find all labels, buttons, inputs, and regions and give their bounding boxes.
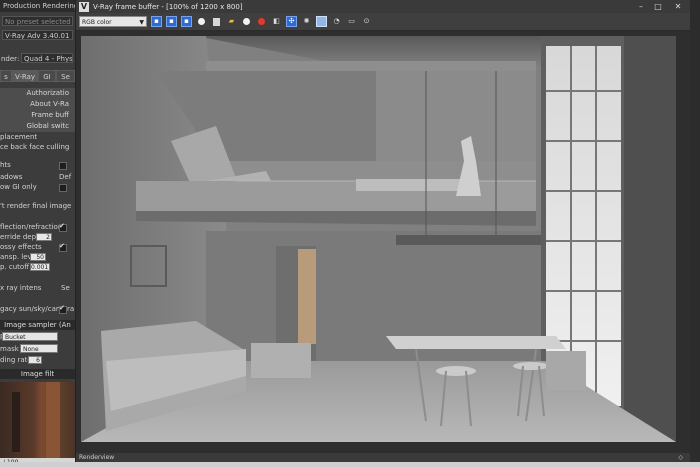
vray-frame-buffer-window: V V-Ray frame buffer - [100% of 1200 x 8… bbox=[75, 0, 691, 462]
render-view-label: nder: bbox=[1, 55, 20, 63]
frame-buffer-title: V-Ray frame buffer - [100% of 1200 x 800… bbox=[93, 2, 243, 11]
shading-rate-input[interactable]: 6 bbox=[28, 356, 42, 364]
stop-icon[interactable]: ⊙ bbox=[361, 16, 372, 27]
show-gi-only-checkbox[interactable] bbox=[59, 184, 67, 192]
close-icon[interactable]: ✕ bbox=[673, 2, 683, 11]
tab-gi[interactable]: GI bbox=[38, 70, 56, 82]
image-sampler-header[interactable]: Image sampler (An bbox=[0, 320, 75, 330]
render-region-icon[interactable]: ✺ bbox=[301, 16, 312, 27]
vray-logo-icon: V bbox=[79, 1, 89, 12]
frame-buffer-toolbar: RGB color ▼ ▪ ▪ ▪ ▰ ◧ ✣ ✺ ◔ ▭ ⊙ bbox=[76, 13, 691, 31]
copy-icon[interactable] bbox=[256, 16, 267, 27]
render-setup-title: Production Rendering bbox=[0, 0, 75, 12]
zoom-icon[interactable]: ✣ bbox=[286, 16, 297, 27]
tab-se[interactable]: Se bbox=[56, 70, 75, 82]
shadows-label: adows bbox=[0, 173, 23, 181]
chevron-down-icon: ▼ bbox=[139, 19, 144, 26]
channel-dropdown[interactable]: RGB color ▼ bbox=[79, 16, 147, 27]
red-channel-icon[interactable]: ▪ bbox=[151, 16, 162, 27]
cutoff-input[interactable]: 0.001 bbox=[30, 263, 50, 271]
mask-dropdown[interactable]: None bbox=[20, 344, 58, 353]
lights-checkbox[interactable] bbox=[59, 162, 67, 170]
preset-dropdown[interactable]: No preset selected bbox=[2, 16, 73, 26]
render-view-status: Renderview bbox=[79, 454, 115, 461]
load-icon[interactable]: ▰ bbox=[226, 16, 237, 27]
se-label: Se bbox=[61, 284, 70, 292]
rollout-frame-buffer[interactable]: Frame buff bbox=[0, 110, 75, 121]
history-icon[interactable]: ◔ bbox=[331, 16, 342, 27]
bottom-timeline-strip bbox=[0, 462, 700, 467]
max-ray-intensity-label: x ray intens bbox=[0, 284, 42, 292]
reflection-refraction-label: flection/refraction bbox=[0, 223, 63, 231]
minimize-icon[interactable]: – bbox=[636, 2, 646, 11]
preview-shape bbox=[46, 382, 60, 458]
render-setup-tabs: s V-Ray GI Se bbox=[0, 70, 75, 82]
displacement-label: placement bbox=[0, 133, 38, 141]
mono-icon[interactable] bbox=[196, 16, 207, 27]
transp-levels-input[interactable]: 50 bbox=[30, 253, 46, 261]
channel-dropdown-value: RGB color bbox=[82, 19, 112, 26]
dont-render-label: 't render final image bbox=[0, 202, 72, 210]
rollout-about[interactable]: About V-Ra bbox=[0, 99, 75, 110]
tab-settings[interactable]: s bbox=[0, 70, 12, 82]
tab-vray[interactable]: V-Ray bbox=[12, 70, 38, 82]
lens-effects-icon[interactable]: ▭ bbox=[346, 16, 357, 27]
preview-shape bbox=[12, 392, 20, 452]
cutoff-label: p. cutoff bbox=[0, 263, 30, 271]
lights-label: hts bbox=[0, 161, 11, 169]
status-indicator-icon: ◇ bbox=[678, 454, 683, 461]
maximize-icon[interactable]: □ bbox=[653, 2, 663, 11]
render-view-dropdown[interactable]: Quad 4 - PhysCamera bbox=[21, 53, 73, 63]
sampler-type-dropdown[interactable]: Bucket bbox=[2, 332, 58, 341]
save-icon[interactable] bbox=[211, 16, 222, 27]
mask-label: mask bbox=[0, 345, 19, 353]
clear-icon[interactable] bbox=[241, 16, 252, 27]
right-toolbar-strip bbox=[690, 0, 700, 467]
region-render-icon[interactable] bbox=[316, 16, 327, 27]
rendered-scene-image bbox=[76, 31, 691, 462]
default-lights-label: Def bbox=[59, 173, 72, 181]
render-setup-panel: Production Rendering No preset selected … bbox=[0, 0, 75, 467]
back-face-culling-label: ce back face culling bbox=[0, 143, 70, 151]
glossy-effects-label: ossy effects bbox=[0, 243, 42, 251]
green-channel-icon[interactable]: ▪ bbox=[166, 16, 177, 27]
reflection-refraction-checkbox[interactable] bbox=[59, 222, 67, 232]
rollout-global-switches[interactable]: Global switc bbox=[0, 121, 75, 132]
frame-buffer-titlebar[interactable]: V V-Ray frame buffer - [100% of 1200 x 8… bbox=[76, 0, 691, 13]
glossy-effects-checkbox[interactable] bbox=[59, 242, 67, 252]
renderer-dropdown[interactable]: V-Ray Adv 3.40.01 bbox=[2, 30, 73, 40]
image-filter-header[interactable]: Image filt bbox=[0, 369, 75, 379]
rollout-authorization[interactable]: Authorizatio bbox=[0, 88, 75, 99]
show-gi-only-label: ow GI only bbox=[0, 183, 37, 191]
track-mouse-icon[interactable]: ◧ bbox=[271, 16, 282, 27]
render-canvas[interactable] bbox=[76, 31, 691, 462]
override-depth-input[interactable]: 2 bbox=[36, 233, 52, 241]
shading-rate-label: ding rate bbox=[0, 356, 32, 364]
frame-buffer-statusbar: Renderview ◇ bbox=[76, 453, 691, 462]
viewport-preview bbox=[0, 382, 75, 458]
legacy-sun-sky-checkbox[interactable] bbox=[59, 304, 67, 314]
blue-channel-icon[interactable]: ▪ bbox=[181, 16, 192, 27]
